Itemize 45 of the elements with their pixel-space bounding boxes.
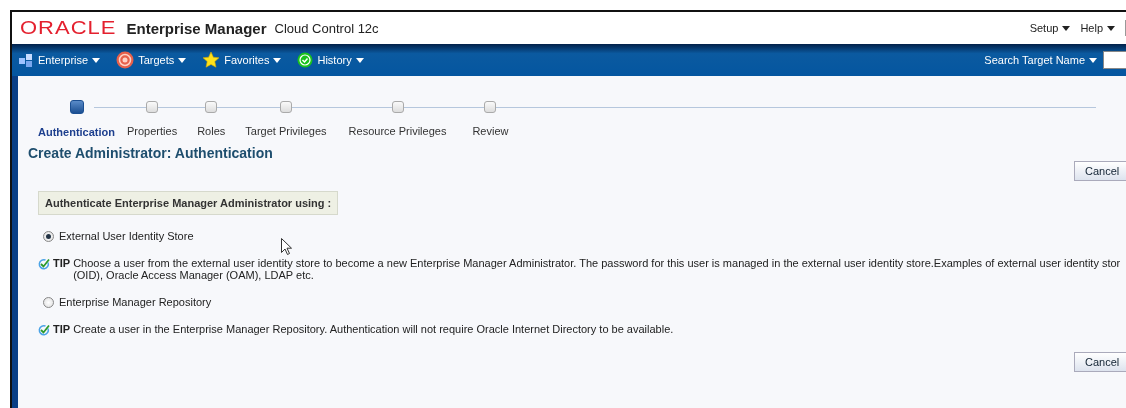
radio-button[interactable] <box>43 296 54 308</box>
product-edition: Cloud Control 12c <box>274 20 379 36</box>
check-circle-icon <box>297 52 314 68</box>
tip-text: (OID), Oracle Access Manager (OAM), LDAP etc. <box>73 269 315 281</box>
train-step[interactable]: Target Privileges <box>245 125 327 137</box>
train-step[interactable]: Review <box>472 125 509 137</box>
page-title: Create Administrator: Authentication <box>28 145 274 161</box>
train-step[interactable]: Authentication <box>38 126 115 138</box>
logo: ORACLE <box>20 16 117 40</box>
product-name: Enterprise Manager <box>126 19 267 37</box>
caret-icon <box>355 57 364 63</box>
train-step[interactable]: Resource Privileges <box>348 125 447 137</box>
nav-menu[interactable]: History <box>317 54 364 66</box>
mouse-pointer-icon <box>281 238 292 255</box>
section-header: Authenticate Enterprise Manager Administrator using : <box>38 191 339 215</box>
cubes-icon <box>18 52 34 68</box>
tip-text: Choose a user from the external user identity store to become a new Enterprise Manager Administrator. The password for this user is managed in the external user identity store.Examples of external user identity stor <box>73 257 1121 269</box>
caret-icon <box>92 57 101 63</box>
train-step[interactable]: Roles <box>197 125 226 137</box>
radio-label[interactable]: External User Identity Store <box>59 230 194 242</box>
header-menu[interactable]: Help <box>1080 22 1115 34</box>
caret-icon <box>1107 25 1115 31</box>
radio-button[interactable] <box>43 230 54 242</box>
tip-text: Create a user in the Enterprise Manager Repository. Authentication will not require Oracle Internet Directory to be available. <box>73 323 674 335</box>
check-icon <box>38 324 50 336</box>
tip-label: TIP <box>53 257 71 269</box>
target-icon <box>116 51 135 69</box>
caret-icon <box>1062 25 1071 31</box>
star-icon <box>202 51 221 69</box>
cancel-button[interactable]: Cancel <box>1074 352 1126 372</box>
train-stop[interactable] <box>69 100 84 114</box>
search-field[interactable] <box>1103 51 1126 69</box>
radio-label[interactable]: Enterprise Manager Repository <box>59 296 212 308</box>
header-menu[interactable]: Setup <box>1029 22 1071 34</box>
cancel-button[interactable]: Cancel <box>1074 161 1126 181</box>
tip-label: TIP <box>53 323 71 335</box>
caret-icon <box>1089 57 1097 63</box>
check-icon <box>38 258 50 270</box>
nav-menu[interactable]: Targets <box>138 54 187 66</box>
nav-menu[interactable]: Favorites <box>224 54 282 66</box>
caret-icon <box>178 57 187 63</box>
caret-icon <box>273 57 282 63</box>
search-scope-menu[interactable]: Search Target Name <box>984 54 1097 66</box>
train-step[interactable]: Properties <box>127 125 178 137</box>
nav-menu[interactable]: Enterprise <box>38 54 101 66</box>
